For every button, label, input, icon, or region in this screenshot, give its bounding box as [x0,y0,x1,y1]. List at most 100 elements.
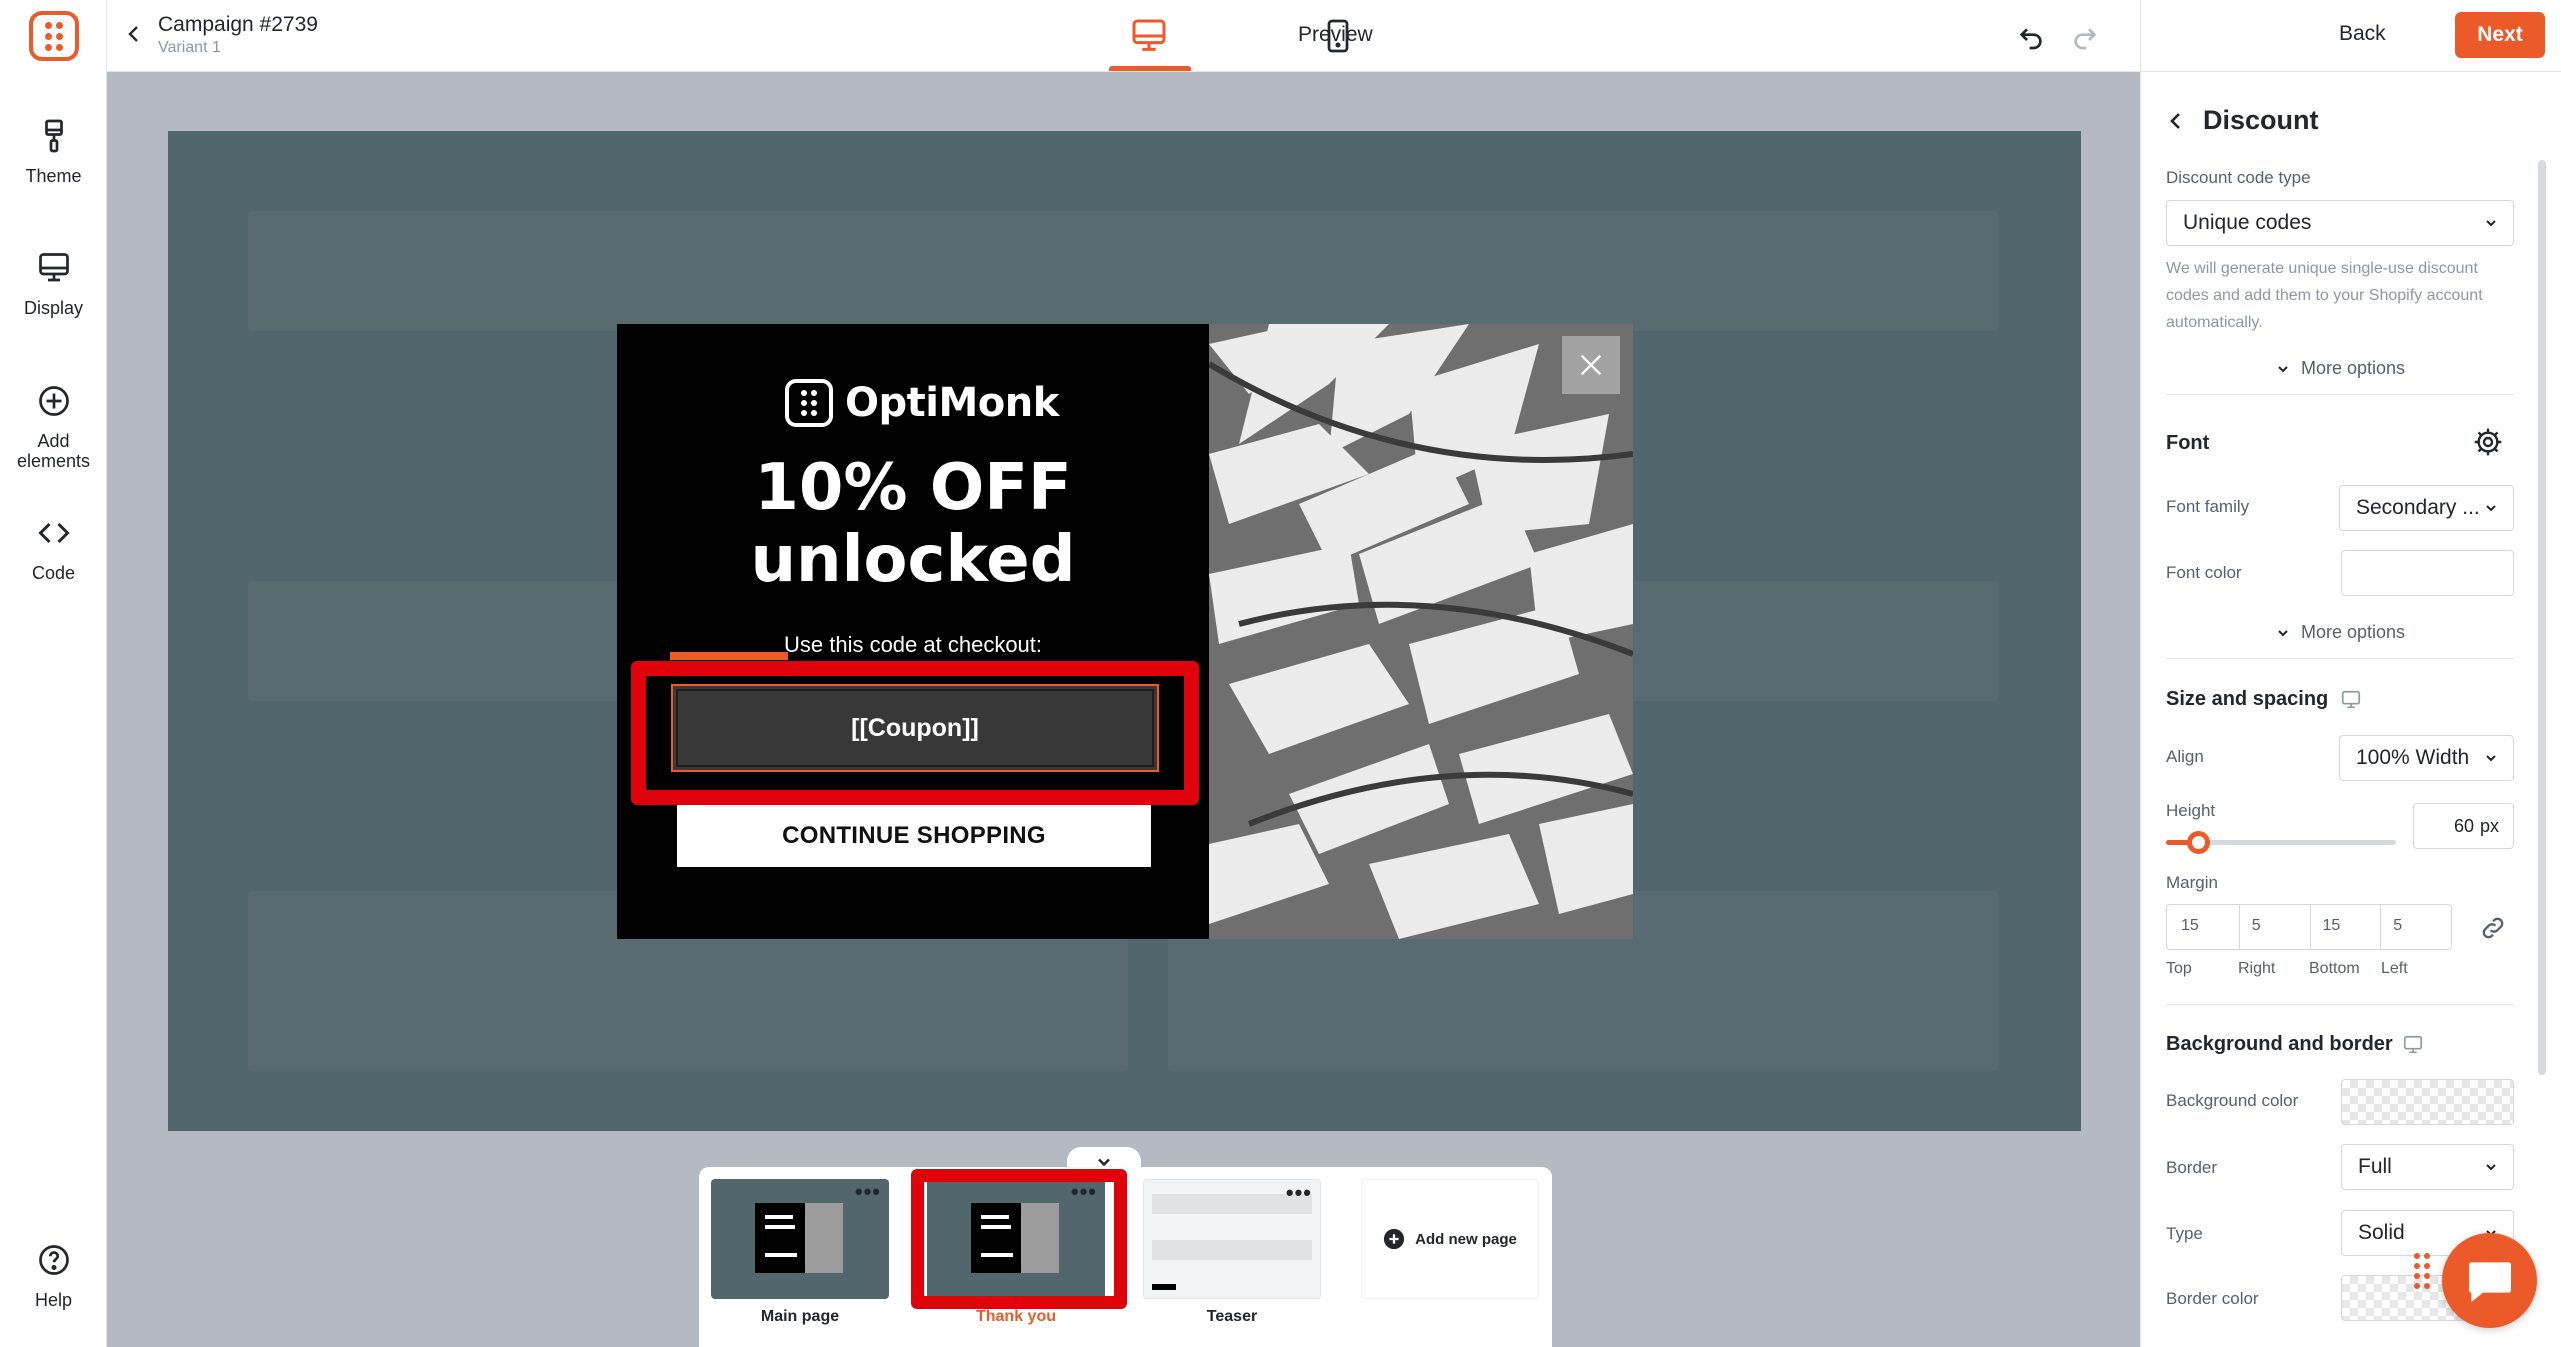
divider [2166,658,2514,659]
border-label: Border [2166,1158,2218,1177]
optimonk-logo[interactable] [29,11,79,61]
size-section-title: Size and spacing [2166,688,2362,711]
selected-element-tab[interactable] [670,652,788,660]
border-select[interactable]: Full [2341,1144,2514,1190]
plus-circle-icon [38,386,69,416]
thumb-highlight-box [911,1169,1127,1309]
palm-shadow-image [1209,324,1633,939]
redo-icon[interactable] [2069,20,2101,52]
size-section-label: Size and spacing [2166,688,2329,710]
bg-section-label: Background and border [2166,1033,2393,1055]
monitor-icon [38,253,69,282]
border-type-label: Type [2166,1224,2203,1243]
preview-button[interactable]: Preview [1298,23,1448,47]
popup-brand-logo: OptiMonk [785,377,1059,429]
align-label: Align [2166,747,2204,766]
desktop-device-icon[interactable] [1129,16,1169,56]
active-device-indicator [1109,66,1191,71]
font-color-swatch[interactable] [2341,550,2514,596]
more-options-toggle[interactable]: More options [2275,358,2405,379]
chat-widget-button[interactable] [2442,1233,2537,1328]
font-family-select[interactable]: Secondary ... [2339,485,2514,531]
close-icon [1580,354,1602,376]
left-rail: Theme Display Add elements Code Help [0,0,107,1347]
border-type-value: Solid [2358,1221,2405,1244]
margin-top-input[interactable]: 15 [2167,905,2240,949]
chevron-down-icon [2278,365,2288,372]
next-button[interactable]: Next [2455,12,2545,58]
page-label-teaser[interactable]: Teaser [1137,1308,1327,1326]
popup-palm-image[interactable] [1209,324,1633,939]
height-input[interactable]: 60 px [2413,803,2514,849]
border-color-label: Border color [2166,1289,2259,1308]
variant-name: Variant 1 [158,39,221,56]
gear-icon[interactable] [2472,426,2504,458]
chevron-down-icon [2486,505,2496,512]
page-label-thank-you[interactable]: Thank you [921,1308,1111,1326]
rail-help-label: Help [34,1290,73,1310]
chevron-down-icon [2486,1164,2496,1171]
font-family-label: Font family [2166,497,2250,516]
drag-handle-icon[interactable] [2414,1253,2430,1289]
rail-display-label: Display [23,298,84,318]
properties-panel: Discount Discount code type Unique codes… [2140,72,2561,1347]
help-icon [38,1245,69,1275]
panel-title: Discount [2203,105,2319,135]
popup-close-button[interactable] [1562,336,1620,394]
divider [2166,394,2514,395]
page-thumb-teaser[interactable]: ••• [1143,1179,1321,1299]
monitor-icon [2404,1035,2423,1053]
code-icon [37,522,70,544]
top-bar: Campaign #2739 Variant 1 Preview [107,0,2140,72]
code-type-label: Discount code type [2166,168,2311,187]
popup-thank-you[interactable]: OptiMonk 10% OFF unlocked Use this code … [617,324,1633,939]
bg-color-swatch[interactable] [2341,1079,2514,1125]
page-label-main[interactable]: Main page [705,1308,895,1326]
chat-bubble-icon [2468,1261,2511,1302]
margin-bottom-input[interactable]: 15 [2311,905,2382,949]
monitor-icon [2341,690,2360,708]
font-section-title: Font [2166,432,2210,454]
popup-headline[interactable]: 10% OFF unlocked [617,452,1209,596]
rail-add-elements[interactable]: Add elements [0,383,107,471]
popup-brand-name: OptiMonk [845,380,1059,426]
height-slider-handle[interactable] [2187,831,2210,854]
undo-icon[interactable] [2015,20,2047,52]
rail-code[interactable]: Code [0,515,107,583]
code-type-select[interactable]: Unique codes [2166,200,2514,246]
more-options-label: More options [2301,358,2406,378]
chevron-left-icon[interactable] [2164,109,2188,133]
optimonk-mark-icon [785,379,833,427]
height-unit: px [2479,815,2499,836]
more-dots-icon[interactable]: ••• [1286,1182,1312,1204]
campaign-title: Campaign #2739 [158,13,318,36]
margin-right-input[interactable]: 5 [2240,905,2311,949]
margin-left-input[interactable]: 5 [2381,905,2451,949]
margin-bottom-caption: Bottom [2309,960,2360,977]
chevron-left-icon[interactable] [122,22,146,46]
rail-display[interactable]: Display [0,250,107,318]
thumb-teaser-preview [1152,1240,1312,1260]
coupon-code-field[interactable]: [[Coupon]] [671,684,1159,772]
align-select[interactable]: 100% Width [2339,735,2514,781]
align-value: 100% Width [2356,746,2470,769]
add-new-page-button[interactable]: Add new page [1361,1179,1539,1299]
back-button[interactable]: Back [2339,22,2386,46]
more-options-toggle[interactable]: More options [2275,622,2405,643]
thumb-popup-preview [755,1203,843,1273]
rail-theme[interactable]: Theme [0,118,107,186]
rail-help[interactable]: Help [0,1242,107,1310]
thumb-teaser-tab [1152,1284,1176,1290]
code-type-help: We will generate unique single-use disco… [2166,260,2483,331]
page-thumb-main[interactable]: ••• [711,1179,889,1299]
height-slider-track[interactable] [2166,831,2396,854]
bg-color-label: Background color [2166,1091,2299,1110]
font-family-value: Secondary ... [2356,496,2480,519]
editor-canvas[interactable]: OptiMonk 10% OFF unlocked Use this code … [168,131,2081,1131]
plus-circle-icon [1384,1228,1405,1250]
continue-shopping-button[interactable]: CONTINUE SHOPPING [677,805,1151,867]
more-dots-icon[interactable]: ••• [855,1181,881,1203]
link-icon[interactable] [2479,914,2507,942]
panel-scrollbar[interactable] [2538,160,2546,1075]
add-new-page-label: Add new page [1415,1230,1517,1248]
